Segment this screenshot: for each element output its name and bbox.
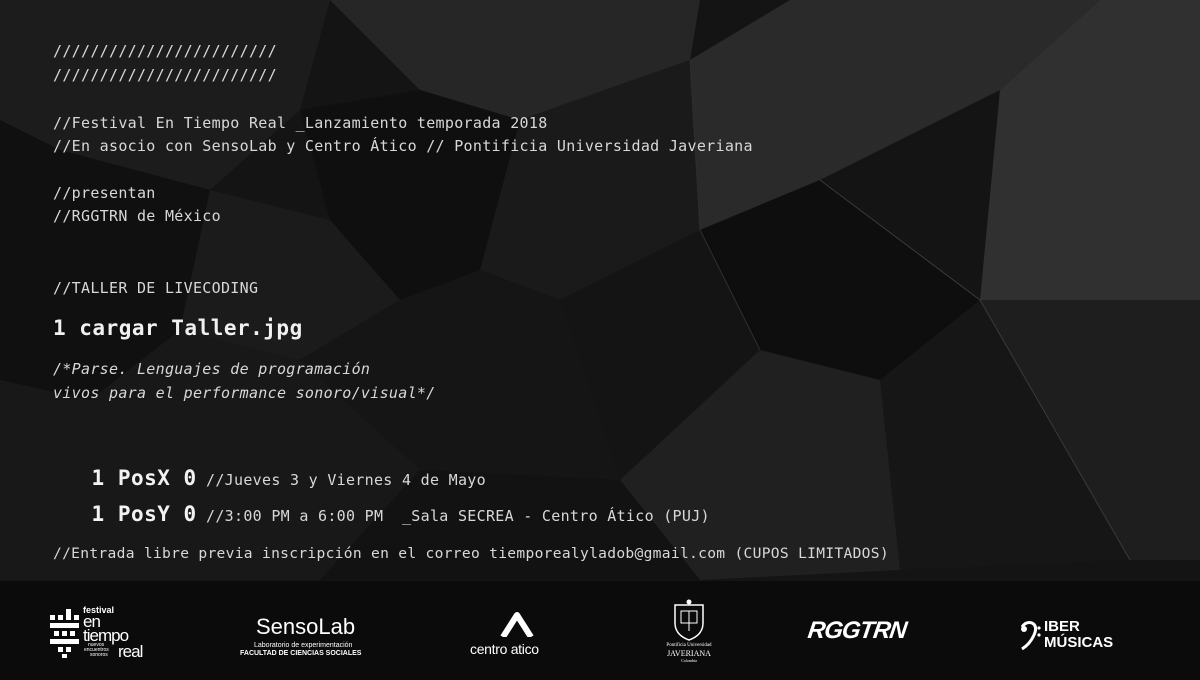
intro-rggtrn-line: //RGGTRN de México: [53, 207, 221, 225]
intro-festival-line: //Festival En Tiempo Real _Lanzamiento t…: [53, 114, 548, 132]
musicas-word: MÚSICAS: [1044, 634, 1114, 651]
rggtrn-logo: RGGTRN: [806, 617, 918, 647]
posy-label: 1 PosY 0: [91, 502, 197, 526]
slash-line-2: ////////////////////////: [53, 66, 277, 84]
javeriana-logo: Pontificia Universidad JAVERIANA Colombi…: [658, 599, 720, 675]
sensolab-sub-1: Laboratorio de experimentación: [254, 642, 353, 649]
festival-grid-icon: [50, 609, 79, 658]
ibermusicas-logo: IBER MÚSICAS: [1018, 619, 1158, 659]
javeriana-line-2: JAVERIANA: [667, 649, 711, 658]
workshop-label: //TALLER DE LIVECODING: [53, 279, 259, 297]
intro-asocio-line: //En asocio con SensoLab y Centro Ático …: [53, 137, 753, 155]
javeriana-line-3: Colombia: [681, 658, 697, 663]
centro-atico-name: centro atico: [470, 641, 539, 657]
intro-presentan-line: //presentan: [53, 184, 156, 202]
sensolab-sub-2: FACULTAD DE CIENCIAS SOCIALES: [240, 650, 362, 657]
centro-atico-logo: centro atico: [468, 611, 568, 661]
rggtrn-name: RGGTRN: [806, 617, 908, 644]
festival-real-word: real: [118, 642, 143, 661]
centro-atico-arch-icon: [500, 612, 534, 637]
javeriana-shield-icon: [674, 599, 704, 641]
bass-clef-icon: [1020, 621, 1041, 651]
sponsor-logos-bar: festival en tiempo real nuevos encuentro…: [0, 581, 1200, 680]
sensolab-logo: SensoLab Laboratorio de experimentación …: [238, 615, 388, 659]
iber-word: IBER: [1044, 618, 1080, 635]
workshop-comment-line-2: vivos para el performance sonoro/visual*…: [53, 384, 436, 402]
workshop-comment-line-1: /*Parse. Lenguajes de programación: [53, 360, 371, 378]
posy-detail: //3:00 PM a 6:00 PM _Sala SECREA - Centr…: [196, 507, 710, 525]
sensolab-name: SensoLab: [256, 614, 356, 639]
registration-text: //Entrada libre previa inscripción en el…: [53, 545, 889, 562]
schedule-posy: 1 PosY 0 //3:00 PM a 6:00 PM _Sala SECRE…: [53, 475, 710, 555]
slash-line-1: ////////////////////////: [53, 42, 277, 60]
festival-sub-3: sonoros: [90, 652, 108, 658]
workshop-command: 1 cargar Taller.jpg: [53, 316, 303, 340]
festival-en-tiempo-real-logo: festival en tiempo real nuevos encuentro…: [50, 605, 160, 663]
